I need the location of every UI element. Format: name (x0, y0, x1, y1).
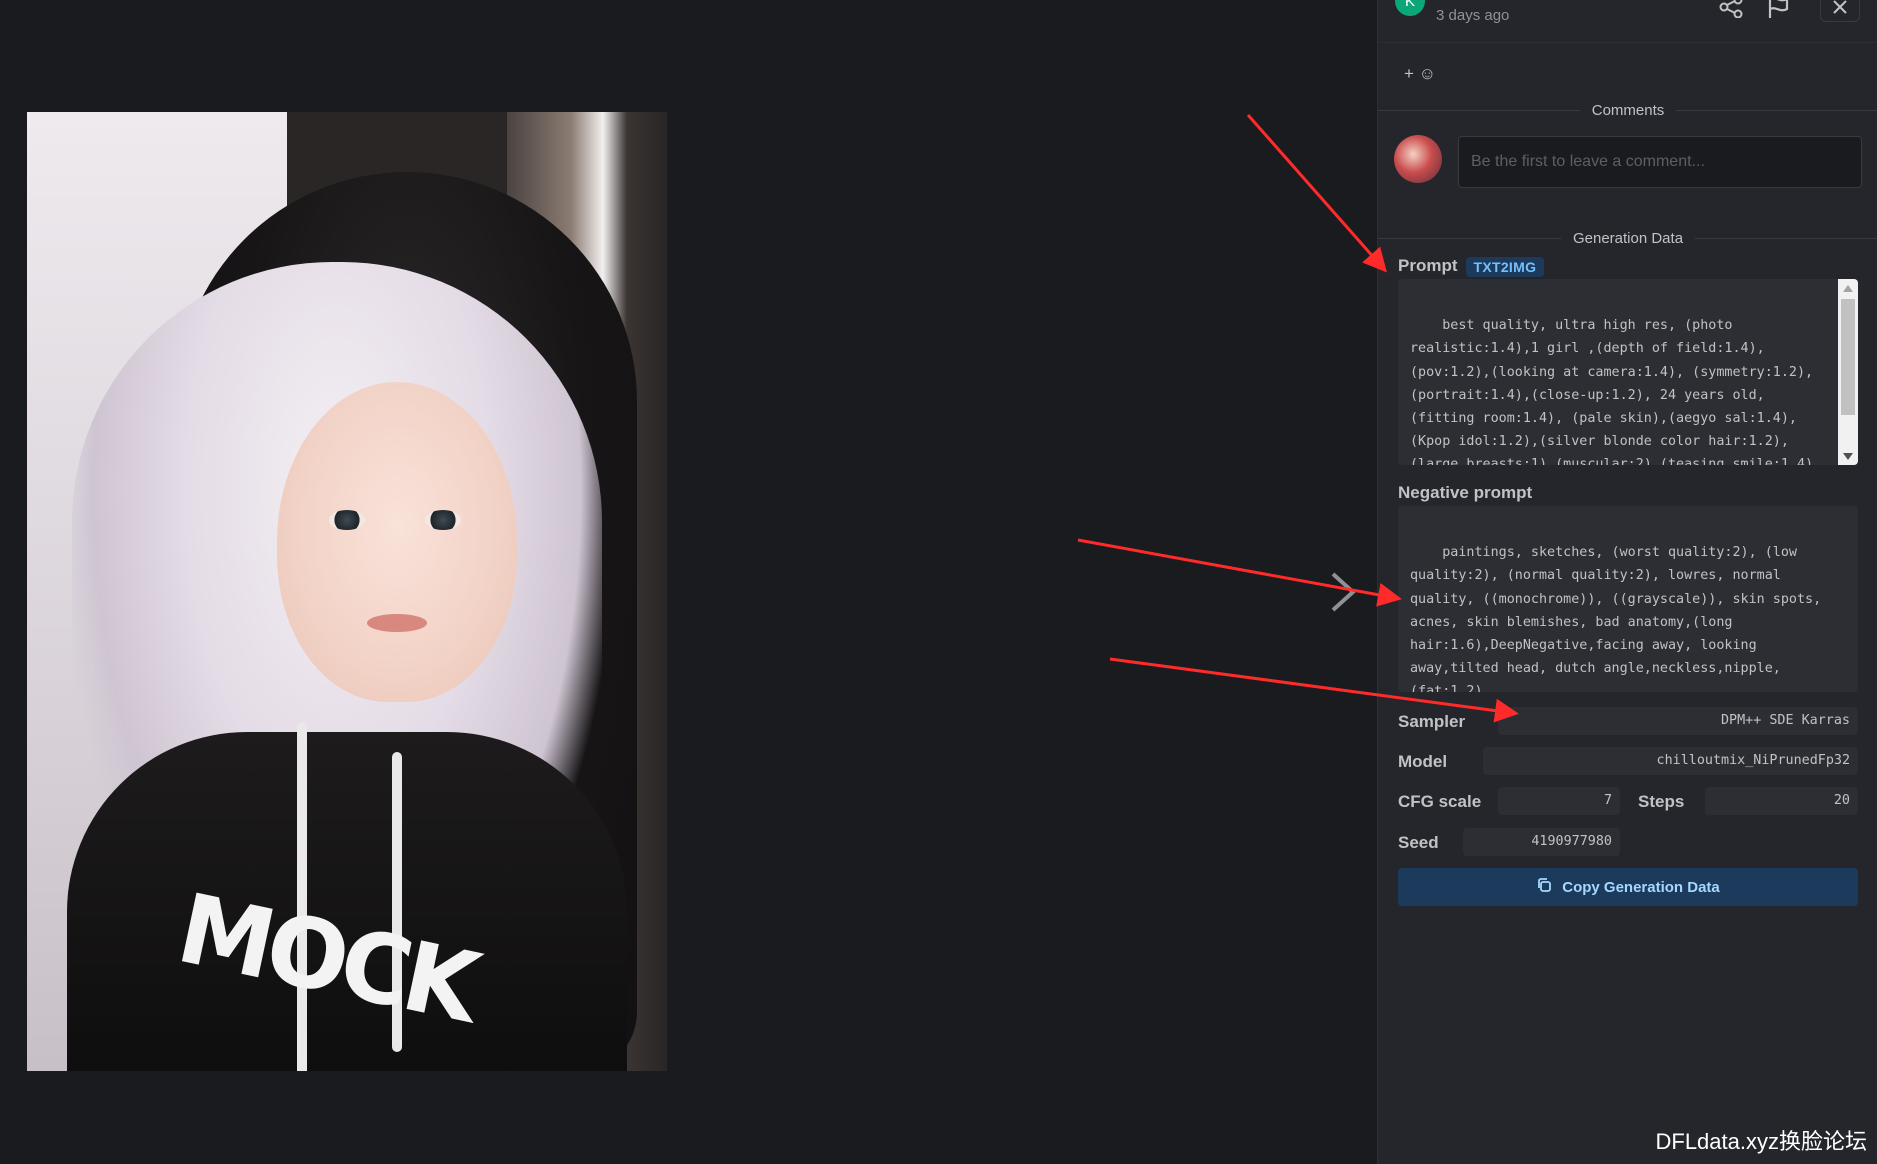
steps-label: Steps (1638, 792, 1685, 811)
scroll-up-icon[interactable] (1838, 279, 1858, 297)
cfg-value: 7 (1498, 787, 1620, 815)
sampler-value: DPM++ SDE Karras (1498, 707, 1858, 735)
image-face (277, 382, 517, 702)
scroll-down-icon[interactable] (1838, 447, 1858, 465)
cfg-label: CFG scale (1398, 792, 1482, 811)
prompt-scrollbar[interactable] (1838, 279, 1858, 465)
negative-text: paintings, sketches, (worst quality:2), … (1410, 545, 1830, 692)
model-value: chilloutmix_NiPrunedFp32 (1483, 747, 1858, 775)
comments-divider: Comments (1378, 100, 1877, 120)
generated-image[interactable]: MOCK (27, 112, 667, 1071)
negative-label: Negative prompt (1398, 483, 1533, 502)
copy-button-label: Copy Generation Data (1562, 878, 1720, 896)
image-hoodie (67, 732, 627, 1071)
image-viewer: MOCK (0, 0, 1377, 1164)
comments-title: Comments (1591, 101, 1665, 119)
prompt-scroll-thumb[interactable] (1841, 299, 1855, 415)
prompt-box[interactable]: best quality, ultra high res, (photo rea… (1398, 279, 1858, 465)
watermark: DFLdata.xyz换脸论坛 (1655, 1129, 1868, 1154)
seed-value: 4190977980 (1463, 828, 1620, 856)
flag-icon[interactable] (1763, 0, 1793, 20)
generation-title: Generation Data (1572, 229, 1684, 247)
next-chevron-icon[interactable] (1325, 570, 1361, 614)
copy-generation-data-button[interactable]: Copy Generation Data (1398, 868, 1858, 906)
share-icon[interactable] (1716, 0, 1746, 20)
generation-divider: Generation Data (1378, 228, 1877, 248)
seed-label: Seed (1398, 833, 1439, 852)
post-time: 3 days ago (1436, 7, 1510, 24)
author-avatar[interactable]: K (1395, 0, 1425, 16)
current-user-avatar (1394, 135, 1442, 183)
prompt-label: Prompt (1398, 256, 1458, 275)
details-panel: K 3 days ago + ☺ Comments Generation Dat… (1377, 0, 1877, 1164)
sampler-label: Sampler (1398, 712, 1466, 731)
model-label: Model (1398, 752, 1448, 771)
negative-prompt-box[interactable]: paintings, sketches, (worst quality:2), … (1398, 506, 1858, 692)
image-eye-right (425, 510, 461, 530)
prompt-header: Prompt TXT2IMG (1398, 256, 1858, 277)
comment-input[interactable] (1458, 136, 1862, 188)
txt2img-badge: TXT2IMG (1465, 256, 1545, 277)
copy-icon (1536, 877, 1552, 897)
prompt-text: best quality, ultra high res, (photo rea… (1410, 318, 1822, 465)
cfg-steps-row: CFG scale 7 Steps 20 (1398, 787, 1858, 817)
steps-value: 20 (1705, 787, 1858, 815)
add-reaction-button[interactable]: + ☺ (1404, 64, 1436, 84)
seed-row: Seed 4190977980 (1398, 828, 1858, 858)
model-row: Model chilloutmix_NiPrunedFp32 (1398, 747, 1858, 777)
image-lips (367, 614, 427, 632)
negative-header: Negative prompt (1398, 483, 1858, 503)
image-eye-left (329, 510, 365, 530)
sampler-row: Sampler DPM++ SDE Karras (1398, 707, 1858, 737)
close-icon[interactable] (1820, 0, 1860, 22)
panel-header: K 3 days ago (1378, 0, 1877, 43)
